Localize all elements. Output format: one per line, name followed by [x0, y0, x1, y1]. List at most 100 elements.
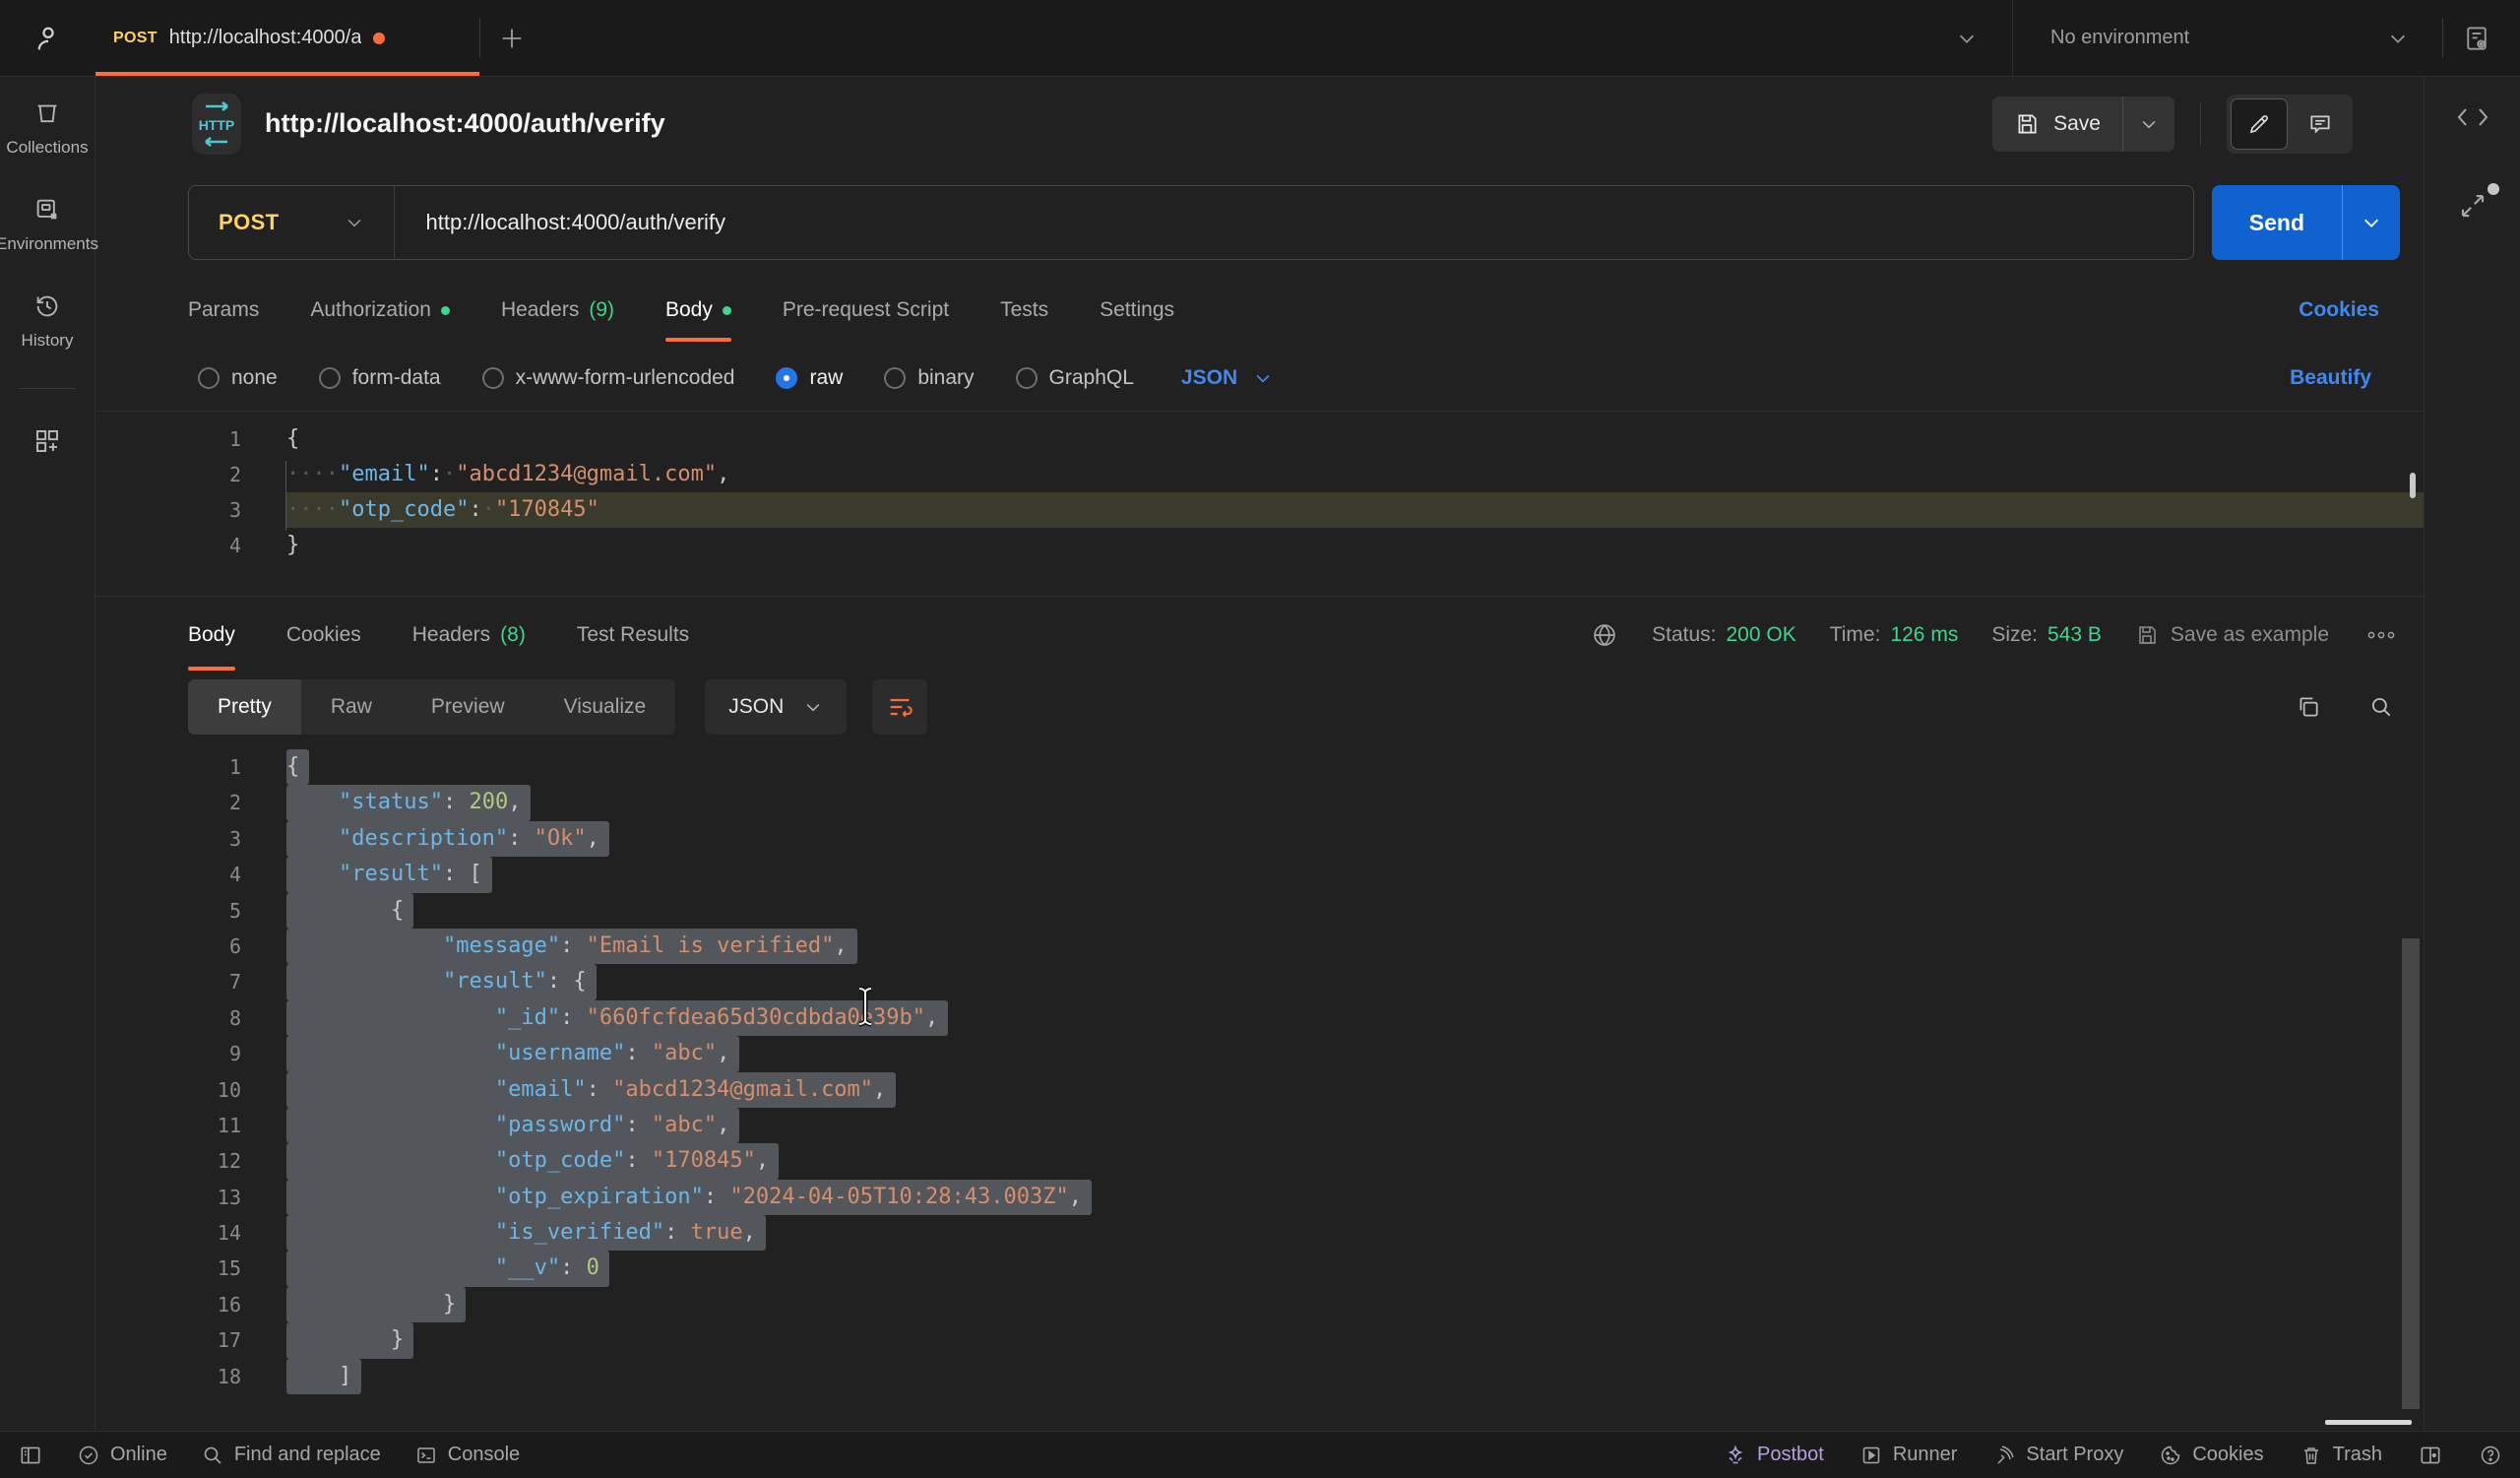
send-button[interactable]: Send — [2212, 185, 2400, 260]
code-line: 3····"otp_code":·"170845" — [95, 492, 2424, 528]
chevron-down-icon — [2387, 28, 2409, 49]
tab-params[interactable]: Params — [188, 275, 259, 346]
runner-icon — [1859, 1444, 1883, 1467]
comment-icon — [2307, 111, 2333, 137]
find-and-replace-button[interactable]: Find and replace — [201, 1444, 381, 1467]
request-tab[interactable]: POST http://localhost:4000/a — [95, 0, 479, 76]
cookies-button[interactable]: Cookies — [2159, 1444, 2263, 1467]
indent-guide — [285, 461, 286, 531]
postbot-button[interactable]: Postbot — [1724, 1444, 1824, 1467]
view-pretty[interactable]: Pretty — [188, 679, 301, 735]
tab-headers[interactable]: Headers(9) — [501, 275, 614, 346]
radio-binary[interactable]: binary — [884, 366, 974, 390]
toggle-sidebar-button[interactable] — [18, 1443, 43, 1468]
code-line: 17 } — [95, 1322, 2424, 1358]
language-label: JSON — [1181, 366, 1237, 390]
response-horizontal-scrollbar[interactable] — [2325, 1420, 2412, 1425]
raw-language-dropdown[interactable]: JSON — [1181, 366, 1273, 390]
tab-settings[interactable]: Settings — [1100, 275, 1174, 346]
radio-x-www-form-urlencoded[interactable]: x-www-form-urlencoded — [482, 366, 735, 390]
start-proxy-button[interactable]: Start Proxy — [1992, 1444, 2123, 1467]
response-tab-headers[interactable]: Headers(8) — [412, 597, 526, 673]
text-cursor-pointer — [853, 986, 877, 1027]
beautify-link[interactable]: Beautify — [2290, 366, 2371, 390]
green-dot — [723, 306, 731, 315]
response-language-dropdown[interactable]: JSON — [705, 679, 847, 735]
terminal-icon — [414, 1444, 438, 1467]
collapse-response-button[interactable] — [2458, 191, 2488, 221]
comments-button[interactable] — [2292, 98, 2349, 150]
search-response-icon[interactable] — [2368, 694, 2394, 720]
radio-none[interactable]: none — [198, 366, 278, 390]
search-icon — [201, 1444, 224, 1467]
runner-button[interactable]: Runner — [1859, 1444, 1958, 1467]
view-preview[interactable]: Preview — [402, 679, 535, 735]
send-options-chevron[interactable] — [2342, 185, 2400, 260]
save-options-chevron[interactable] — [2122, 96, 2174, 152]
save-button[interactable]: Save — [1992, 96, 2174, 152]
configure-workbench-button[interactable] — [32, 426, 62, 456]
request-title: http://localhost:4000/auth/verify — [265, 108, 665, 139]
tab-tests[interactable]: Tests — [1000, 275, 1048, 346]
method-dropdown[interactable]: POST — [189, 210, 394, 235]
response-tab-cookies[interactable]: Cookies — [286, 597, 361, 673]
rename-button[interactable] — [2231, 98, 2288, 150]
response-tab-body[interactable]: Body — [188, 597, 235, 673]
code-line: 2····"email":·"abcd1234@gmail.com", — [95, 457, 2424, 492]
sidebar-item-collections[interactable]: Collections — [6, 98, 88, 158]
wrap-lines-button[interactable] — [872, 679, 927, 735]
editor-scrollbar[interactable] — [2410, 473, 2416, 498]
tab-overflow-chevron-icon[interactable] — [1939, 11, 1994, 66]
divider — [2012, 0, 2013, 77]
radio-form-data[interactable]: form-data — [319, 366, 441, 390]
two-pane-view-button[interactable] — [2418, 1443, 2443, 1468]
environments-icon — [32, 195, 62, 225]
view-raw[interactable]: Raw — [301, 679, 402, 735]
radio-raw[interactable]: raw — [776, 366, 843, 390]
new-tab-button[interactable] — [480, 0, 543, 76]
help-button[interactable] — [2479, 1444, 2502, 1467]
response-meta-row: Body Cookies Headers(8) Test Results Sta… — [95, 597, 2424, 673]
time-pair: Time:126 ms — [1830, 623, 1959, 647]
cookies-link[interactable]: Cookies — [2299, 298, 2379, 322]
account-avatar-icon[interactable] — [32, 22, 65, 55]
tab-authorization[interactable]: Authorization — [310, 275, 450, 346]
view-visualize[interactable]: Visualize — [535, 679, 676, 735]
save-as-example-button[interactable]: Save as example — [2135, 623, 2329, 647]
url-input[interactable]: http://localhost:4000/auth/verify — [395, 210, 2193, 235]
notification-dot — [2488, 183, 2499, 195]
tab-method-label: POST — [113, 30, 158, 47]
http-request-icon: HTTP — [190, 92, 243, 157]
response-body-viewer[interactable]: 1{2 "status": 200,3 "description": "Ok",… — [95, 741, 2424, 1431]
collections-icon — [32, 98, 62, 128]
size-value: 543 B — [2048, 623, 2102, 647]
network-globe-icon[interactable] — [1591, 621, 1618, 649]
time-value: 126 ms — [1890, 623, 1958, 647]
tab-body[interactable]: Body — [665, 275, 731, 346]
chevron-down-icon — [345, 213, 364, 232]
trash-button[interactable]: Trash — [2300, 1444, 2382, 1467]
tab-pre-request-script[interactable]: Pre-request Script — [783, 275, 949, 346]
response-tab-test-results[interactable]: Test Results — [577, 597, 689, 673]
response-vertical-scrollbar[interactable] — [2402, 938, 2420, 1409]
response-more-actions-icon[interactable] — [2362, 629, 2400, 641]
online-status[interactable]: Online — [77, 1444, 167, 1467]
environment-selector[interactable]: No environment — [2023, 27, 2436, 49]
request-editor-lines: 1{2····"email":·"abcd1234@gmail.com",3··… — [95, 421, 2424, 563]
sidebar-divider — [19, 388, 76, 389]
sidebar-item-label: History — [22, 331, 74, 351]
request-title-row: HTTP http://localhost:4000/auth/verify S… — [95, 77, 2424, 170]
copy-response-icon[interactable] — [2296, 694, 2321, 720]
divider — [2442, 19, 2443, 58]
environment-label: No environment — [2050, 27, 2189, 49]
divider — [2200, 102, 2201, 146]
request-body-editor[interactable]: 1{2····"email":·"abcd1234@gmail.com",3··… — [95, 411, 2424, 597]
tab-title: http://localhost:4000/a — [169, 27, 362, 49]
code-snippet-button[interactable] — [2456, 104, 2489, 130]
radio-graphql[interactable]: GraphQL — [1016, 366, 1134, 390]
sidebar-item-history[interactable]: History — [22, 291, 74, 351]
left-sidebar: Collections Environments History — [0, 77, 95, 1431]
console-button[interactable]: Console — [414, 1444, 520, 1467]
sidebar-item-environments[interactable]: Environments — [0, 195, 98, 254]
environment-quick-look-icon[interactable] — [2449, 11, 2504, 66]
